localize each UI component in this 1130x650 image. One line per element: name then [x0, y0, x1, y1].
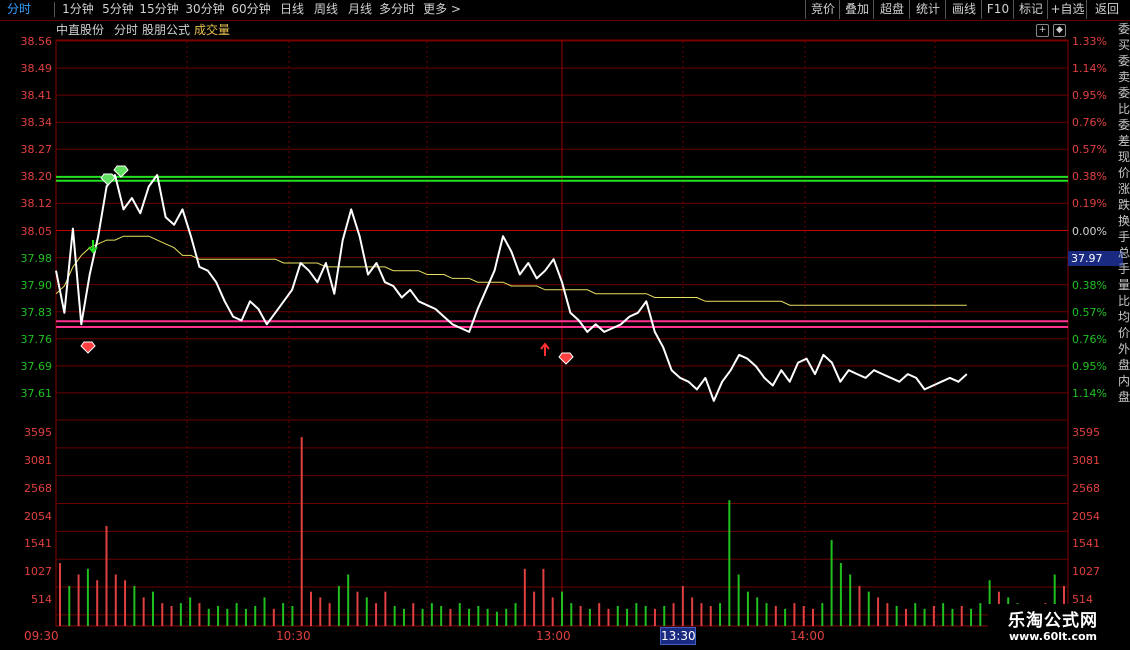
volume-axis-label: 514	[31, 593, 52, 607]
cursor-time-badge: 13:30	[660, 627, 696, 645]
percent-axis-label: 1.14%	[1072, 62, 1107, 76]
sell-signal-icon	[558, 352, 574, 365]
current-price-badge: 37.97	[1068, 251, 1123, 266]
percent-axis-label: 0.38%	[1072, 170, 1107, 184]
price-axis-label: 38.34	[20, 116, 53, 130]
percent-axis-label: 0.57%	[1072, 143, 1107, 157]
price-axis-label: 38.41	[20, 89, 53, 103]
price-line	[55, 174, 968, 402]
volume-axis-label: 3595	[1072, 426, 1100, 439]
percent-axis-label: 0.19%	[1072, 197, 1107, 211]
percent-axis-label: 1.33%	[1072, 35, 1107, 48]
percent-axis-label: 0.95%	[1072, 359, 1107, 373]
volume-axis-label: 2054	[24, 509, 52, 523]
percent-axis-label: 0.00%	[1072, 224, 1107, 238]
volume-axis-label: 1027	[1072, 565, 1100, 579]
volume-axis-label: 3081	[24, 453, 52, 467]
time-axis-label: 10:30	[276, 629, 311, 643]
volume-axis-label: 2568	[1072, 481, 1100, 495]
watermark-title: 乐淘公式网	[1008, 611, 1098, 631]
price-axis-label: 38.56	[20, 35, 53, 48]
price-axis-label: 37.83	[20, 305, 53, 319]
percent-axis-label: 0.57%	[1072, 305, 1107, 319]
average-price-line	[55, 235, 967, 306]
up-arrow-icon	[540, 342, 550, 356]
price-axis-label: 38.49	[20, 62, 53, 76]
volume-axis-label: 1541	[1072, 537, 1100, 551]
volume-axis-label: 2054	[1072, 509, 1100, 523]
volume-axis-label: 1541	[24, 537, 52, 551]
price-axis-label: 37.98	[20, 251, 53, 265]
volume-axis-label: 1027	[24, 565, 52, 579]
volume-axis-label: 3595	[24, 426, 52, 439]
percent-axis-label: 1.14%	[1072, 386, 1107, 400]
buy-signal-icon	[100, 173, 116, 186]
time-axis-label: 13:00	[536, 629, 571, 643]
intraday-chart	[55, 39, 1069, 627]
price-axis-label: 37.61	[20, 386, 53, 400]
time-axis-label: 14:00	[790, 629, 825, 643]
price-axis-label: 38.05	[20, 224, 53, 238]
percent-axis-label: 0.95%	[1072, 89, 1107, 103]
price-axis-label: 37.76	[20, 332, 53, 346]
watermark: 乐淘公式网 www.60lt.com	[988, 604, 1118, 648]
volume-axis-label: 2568	[24, 481, 52, 495]
percent-axis-label: 0.76%	[1072, 332, 1107, 346]
percent-axis-label: 0.38%	[1072, 278, 1107, 292]
price-axis-label: 37.69	[20, 359, 53, 373]
percent-axis-label: 0.76%	[1072, 116, 1107, 130]
sell-signal-icon	[80, 341, 96, 354]
price-axis-label: 38.12	[20, 197, 53, 211]
price-axis-label: 38.27	[20, 143, 53, 157]
price-axis-label: 37.90	[20, 278, 53, 292]
price-axis-label: 38.20	[20, 170, 53, 184]
time-axis-label: 09:30	[24, 629, 59, 643]
quote-side-strip[interactable]: 委买委卖委比委差现价涨跌换手总手量比均价外盘内盘	[1118, 21, 1130, 621]
watermark-url: www.60lt.com	[1008, 630, 1098, 643]
volume-axis-label: 3081	[1072, 453, 1100, 467]
